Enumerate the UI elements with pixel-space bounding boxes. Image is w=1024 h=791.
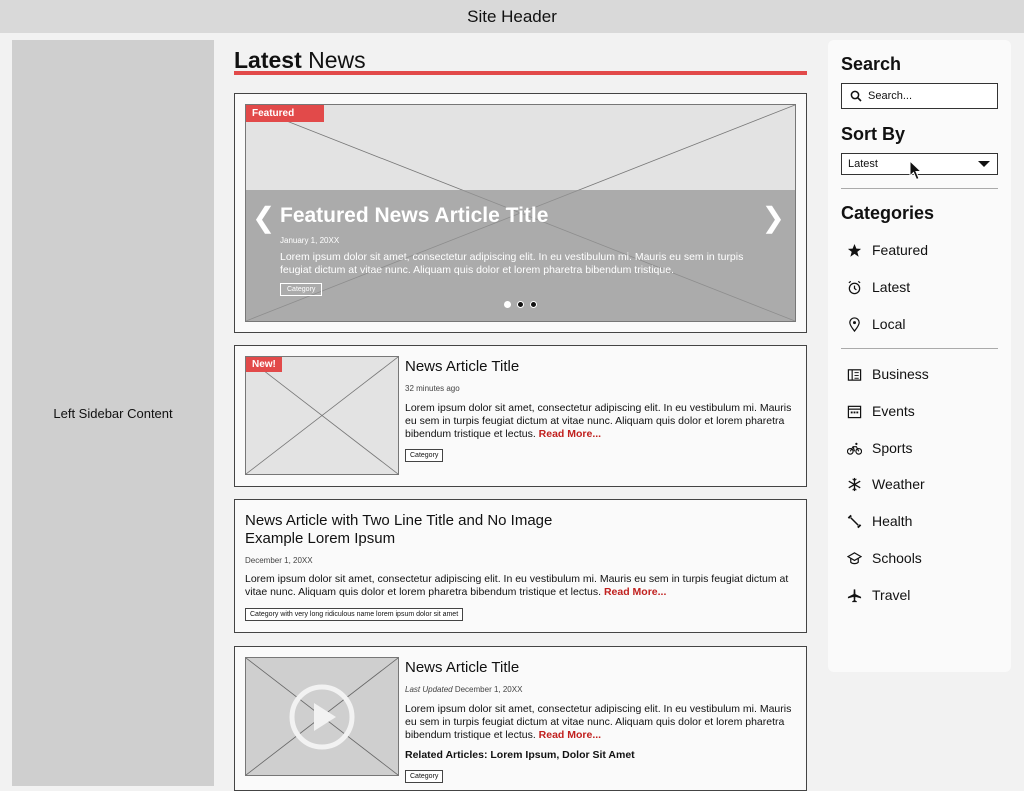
category-item-business[interactable]: Business (847, 366, 929, 382)
category-label: Events (872, 403, 915, 419)
read-more-link[interactable]: Read More... (539, 729, 601, 741)
search-icon (850, 90, 862, 102)
search-placeholder: Search... (868, 90, 913, 102)
graduation-cap-icon (847, 551, 862, 564)
category-label: Schools (872, 550, 922, 566)
article-card: New! News Article Title 32 minutes ago L… (234, 345, 807, 487)
article-meta: 32 minutes ago (405, 384, 460, 393)
chevron-right-icon[interactable]: ❯ (762, 204, 785, 232)
article-text: Lorem ipsum dolor sit amet, consectetur … (245, 573, 797, 599)
categories-heading: Categories (841, 203, 935, 223)
category-item-sports[interactable]: Sports (847, 440, 912, 456)
article-title[interactable]: News Article with Two Line Title and No … (245, 512, 552, 548)
left-sidebar-text: Left Sidebar Content (53, 405, 173, 421)
article-card: News Article with Two Line Title and No … (234, 499, 807, 633)
location-pin-icon (849, 316, 860, 332)
site-header-title: Site Header (467, 6, 557, 26)
right-panel: Search Search... Sort By Latest Categori… (828, 40, 1011, 672)
play-icon[interactable] (246, 658, 398, 775)
article-title-line-1: News Article with Two Line Title and No … (245, 512, 553, 529)
category-tag[interactable]: Category (405, 449, 444, 462)
chevron-down-icon (978, 161, 990, 167)
read-more-link[interactable]: Read More... (539, 428, 601, 440)
building-icon (847, 368, 862, 381)
category-item-latest[interactable]: Latest (847, 279, 910, 295)
category-label: Featured (872, 242, 929, 258)
divider (841, 348, 998, 349)
category-item-travel[interactable]: Travel (847, 587, 910, 603)
article-meta: Last Updated December 1, 20XX (405, 685, 522, 694)
chevron-left-icon[interactable]: ❮ (252, 204, 275, 232)
category-label: Travel (872, 587, 911, 603)
site-header: Site Header (0, 0, 1024, 33)
page-title: Latest News (234, 40, 807, 75)
article-meta-date: December 1, 20XX (454, 685, 523, 694)
category-label: Sports (872, 440, 913, 456)
featured-carousel: Featured ❮ Featured News Article Title J… (234, 93, 807, 333)
calendar-icon (847, 405, 862, 418)
featured-overlay: ❮ Featured News Article Title January 1,… (246, 190, 795, 321)
article-text: Lorem ipsum dolor sit amet, consectetur … (405, 402, 797, 441)
article-title-line-2: Example Lorem Ipsum (245, 530, 396, 547)
sort-heading: Sort By (841, 124, 906, 144)
divider (841, 188, 998, 189)
carousel-dots (504, 301, 537, 308)
featured-title[interactable]: Featured News Article Title (280, 204, 548, 228)
video-thumbnail-placeholder[interactable] (245, 657, 399, 776)
category-label: Local (872, 316, 906, 332)
featured-category-tag[interactable]: Category (280, 283, 323, 296)
carousel-dot-1[interactable] (504, 301, 511, 308)
category-item-local[interactable]: Local (847, 316, 905, 332)
article-body: Lorem ipsum dolor sit amet, consectetur … (245, 573, 789, 598)
main-content: Latest News Featured ❮ Featured News Art… (234, 40, 807, 791)
new-badge: New! (246, 357, 282, 372)
category-label: Weather (872, 476, 925, 492)
category-tag[interactable]: Category (405, 770, 444, 783)
category-item-featured[interactable]: Featured (847, 242, 928, 258)
category-item-events[interactable]: Events (847, 403, 915, 419)
article-card: News Article Title Last Updated December… (234, 646, 807, 791)
article-meta-prefix: Last Updated (405, 685, 453, 694)
bicycle-icon (847, 442, 862, 455)
article-image-placeholder[interactable]: New! (245, 356, 399, 475)
category-item-health[interactable]: Health (847, 513, 912, 529)
featured-image-placeholder[interactable]: Featured ❮ Featured News Article Title J… (245, 104, 796, 322)
category-item-schools[interactable]: Schools (847, 550, 922, 566)
carousel-dot-3[interactable] (530, 301, 537, 308)
mouse-cursor-icon (909, 160, 923, 181)
related-articles-link[interactable]: Related Articles: Lorem Ipsum, Dolor Sit… (405, 749, 635, 761)
featured-date: January 1, 20XX (280, 236, 340, 245)
category-label: Health (872, 513, 913, 529)
category-label: Business (872, 366, 929, 382)
star-icon (847, 243, 862, 257)
dumbbell-icon (847, 514, 862, 528)
page-title-light: News (308, 47, 366, 73)
category-item-weather[interactable]: Weather (847, 476, 925, 492)
snowflake-icon (848, 477, 861, 491)
airplane-icon (847, 588, 862, 602)
category-label: Latest (872, 279, 911, 295)
sort-selected-value: Latest (848, 158, 878, 170)
category-tag[interactable]: Category with very long ridiculous name … (245, 608, 464, 621)
search-heading: Search (841, 54, 902, 74)
page-title-bold: Latest (234, 47, 302, 73)
article-title[interactable]: News Article Title (405, 659, 519, 677)
article-meta: December 1, 20XX (245, 556, 313, 565)
featured-badge: Featured (246, 105, 324, 122)
search-input[interactable]: Search... (841, 83, 998, 109)
carousel-dot-2[interactable] (517, 301, 524, 308)
image-placeholder-x (246, 357, 398, 474)
read-more-link[interactable]: Read More... (604, 586, 666, 598)
article-title[interactable]: News Article Title (405, 358, 519, 376)
article-text: Lorem ipsum dolor sit amet, consectetur … (405, 703, 797, 742)
left-sidebar: Left Sidebar Content (12, 40, 214, 786)
alarm-clock-icon (848, 280, 861, 294)
featured-text: Lorem ipsum dolor sit amet, consectetur … (280, 251, 744, 276)
